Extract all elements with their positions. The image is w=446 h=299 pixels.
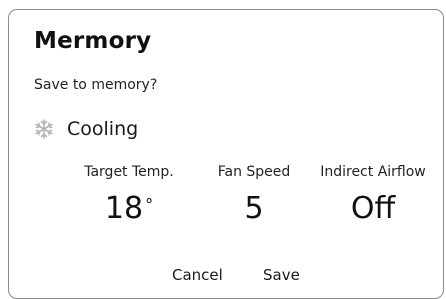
indirect-airflow-setting: Indirect Airflow Off: [306, 164, 440, 224]
fan-speed-setting: Fan Speed 5: [201, 164, 307, 224]
mode-label: Cooling: [67, 118, 139, 140]
fan-speed-label: Fan Speed: [217, 164, 291, 180]
target-temp-value-row: 18 °: [56, 194, 202, 224]
dialog-actions: Cancel Save: [9, 266, 443, 290]
dialog-prompt: Save to memory?: [34, 77, 158, 93]
target-temp-setting: Target Temp. 18 °: [56, 164, 202, 224]
target-temp-label: Target Temp.: [84, 164, 174, 180]
cancel-button[interactable]: Cancel: [172, 266, 223, 284]
memory-dialog: Mermory Save to memory? Cooling Target T…: [8, 9, 444, 299]
fan-speed-value: 5: [244, 191, 264, 226]
snowflake-icon: [33, 118, 55, 140]
indirect-airflow-value: Off: [350, 191, 396, 226]
degree-symbol: °: [145, 195, 154, 214]
save-button[interactable]: Save: [263, 266, 300, 284]
target-temp-value: 18: [104, 191, 144, 226]
dialog-title: Mermory: [34, 28, 152, 54]
mode-row: Cooling: [33, 117, 138, 141]
indirect-airflow-label: Indirect Airflow: [320, 164, 426, 180]
